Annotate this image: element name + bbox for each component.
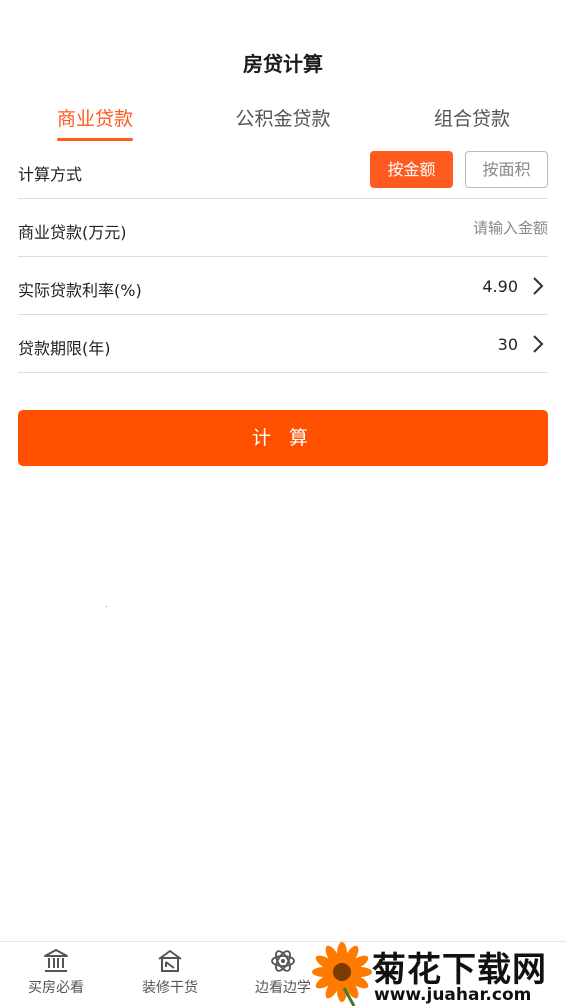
loan-term-row[interactable]: 贷款期限(年) 30 [18,315,548,373]
interest-rate-value: 4.90 [482,277,518,296]
watermark-overlay: 菊花下载网 www.juahar.com [310,940,566,1006]
chevron-right-icon[interactable] [532,276,544,296]
loan-amount-row: 商业贷款(万元) [18,199,548,257]
watermark-title: 菊花下载网 [372,950,547,990]
flower-icon [312,942,372,1006]
loan-term-label: 贷款期限(年) [18,339,111,358]
calc-method-row: 计算方式 按金额 按面积 [18,141,548,199]
page-title: 房贷计算 [243,52,323,76]
nav-label-decoration-tips: 装修干货 [142,980,198,996]
stray-dot [106,606,107,607]
atom-icon [271,950,295,972]
calculate-button[interactable]: 计 算 [18,410,548,466]
nav-label-house-buying: 买房必看 [28,980,84,996]
bank-icon [44,949,68,972]
calc-method-label: 计算方式 [18,165,83,184]
by-area-button[interactable]: 按面积 [465,151,548,188]
interest-rate-label: 实际贷款利率(%) [18,281,142,300]
tab-combined-loan[interactable]: 组合贷款 [418,104,526,144]
mortgage-calculator-page: 房贷计算 商业贷款 公积金贷款 组合贷款 计算方式 按金额 按面积 商业贷款(万… [0,0,566,1006]
interest-rate-row[interactable]: 实际贷款利率(%) 4.90 [18,257,548,315]
tab-provident-fund-loan[interactable]: 公积金贷款 [222,104,344,144]
house-tool-icon [158,950,182,972]
loan-term-value: 30 [497,335,518,354]
chevron-right-icon[interactable] [532,334,544,354]
by-amount-button[interactable]: 按金额 [370,151,453,188]
watermark-url: www.juahar.com [374,985,532,1005]
loan-amount-input[interactable] [398,219,548,237]
nav-item-house-buying[interactable]: 买房必看 [6,948,106,1004]
loan-amount-label: 商业贷款(万元) [18,223,127,242]
nav-item-decoration-tips[interactable]: 装修干货 [120,948,220,1004]
